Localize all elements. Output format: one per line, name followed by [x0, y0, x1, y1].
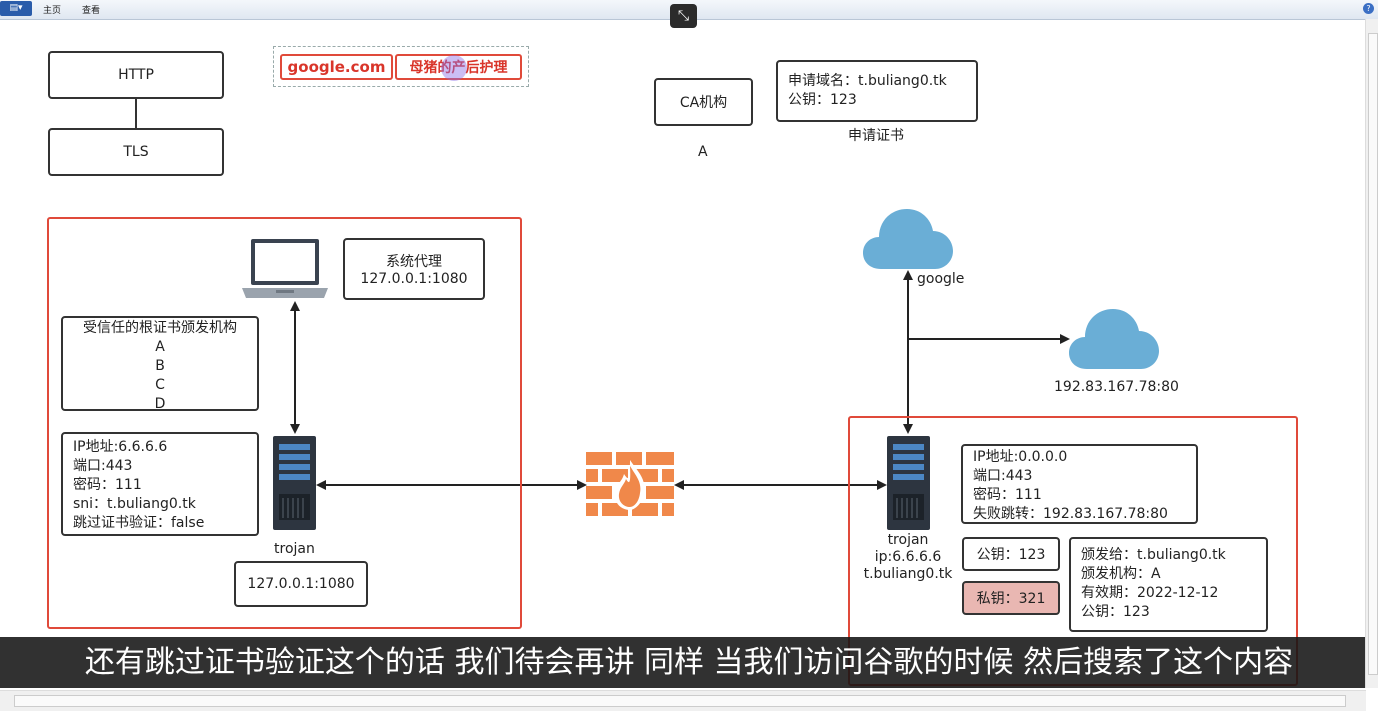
cert-request-box[interactable]: 申请域名：t.buliang0.tk 公钥：123: [776, 60, 978, 122]
public-key-box[interactable]: 公钥：123: [962, 537, 1060, 571]
server-config-box[interactable]: IP地址:0.0.0.0 端口:443 密码：111 失败跳转：192.83.1…: [961, 444, 1198, 524]
firewall-icon: [586, 452, 674, 516]
trusted-roots-title: 受信任的根证书颁发机构: [83, 320, 237, 336]
tls-label: TLS: [123, 144, 149, 160]
vertical-scrollbar[interactable]: [1365, 19, 1378, 688]
fallback-cloud-icon: [1069, 309, 1159, 369]
system-proxy-addr: 127.0.0.1:1080: [360, 271, 468, 287]
system-proxy-title: 系统代理: [386, 254, 442, 270]
client-password: 密码：111: [73, 477, 142, 493]
private-key-box[interactable]: 私钥：321: [962, 581, 1060, 615]
video-subtitle: 还有跳过证书验证这个的话 我们待会再讲 同样 当我们访问谷歌的时候 然后搜索了这…: [0, 637, 1378, 688]
local-addr-box[interactable]: 127.0.0.1:1080: [234, 561, 368, 607]
remote-server-icon: [887, 436, 930, 530]
http-box[interactable]: HTTP: [48, 51, 224, 99]
system-proxy-box[interactable]: 系统代理 127.0.0.1:1080: [343, 238, 485, 300]
ca-box[interactable]: CA机构: [654, 78, 753, 126]
move-cursor-icon: [441, 55, 467, 81]
trusted-roots-box[interactable]: 受信任的根证书颁发机构 A B C D: [61, 316, 259, 412]
google-label: google: [917, 271, 965, 287]
banner-google[interactable]: google.com: [280, 54, 393, 80]
trusted-root-item: C: [155, 377, 165, 393]
cert-request-caption: 申请证书: [848, 128, 904, 144]
server-ip: IP地址:0.0.0.0: [973, 449, 1068, 465]
certificate-box[interactable]: 颁发给：t.buliang0.tk 颁发机构：A 有效期：2022-12-12 …: [1069, 537, 1268, 632]
client-port: 端口:443: [73, 458, 133, 474]
cert-issued-to: 颁发给：t.buliang0.tk: [1081, 547, 1226, 563]
remote-server-ip: ip:6.6.6.6: [874, 549, 942, 565]
laptop-icon: [242, 239, 328, 298]
tls-box[interactable]: TLS: [48, 128, 224, 176]
http-label: HTTP: [118, 67, 154, 83]
cert-expiry: 有效期：2022-12-12: [1081, 585, 1219, 601]
trusted-root-item: D: [154, 396, 166, 412]
remote-server-domain: t.buliang0.tk: [863, 566, 953, 582]
client-ip: IP地址:6.6.6.6: [73, 439, 168, 455]
ca-label: A: [698, 144, 708, 160]
cert-request-domain: 申请域名：t.buliang0.tk: [788, 73, 947, 89]
vertical-scroll-thumb[interactable]: [1368, 33, 1378, 675]
server-password: 密码：111: [973, 487, 1042, 503]
server-port: 端口:443: [973, 468, 1033, 484]
horizontal-scroll-thumb[interactable]: [14, 695, 1346, 707]
server-fallback: 失败跳转：192.83.167.78:80: [973, 506, 1168, 522]
fallback-cloud-label: 192.83.167.78:80: [1054, 379, 1179, 395]
remote-server-label: trojan ip:6.6.6.6 t.buliang0.tk: [858, 532, 958, 583]
private-key-text: 私钥：321: [976, 591, 1046, 607]
client-trojan-label: trojan: [274, 541, 315, 557]
ca-title: CA机构: [679, 95, 728, 111]
trusted-root-item: A: [155, 339, 165, 355]
local-addr-text: 127.0.0.1:1080: [247, 576, 355, 592]
trusted-root-item: B: [155, 358, 165, 374]
remote-server-name: trojan: [887, 532, 929, 548]
client-sni: sni：t.buliang0.tk: [73, 496, 196, 512]
horizontal-scrollbar[interactable]: [0, 690, 1366, 711]
banner-google-text: google.com: [287, 58, 386, 76]
selected-banner-group[interactable]: google.com 母猪的产后护理: [273, 46, 529, 87]
client-skip-verify: 跳过证书验证：false: [73, 515, 205, 531]
cert-pubkey: 公钥：123: [1081, 604, 1150, 620]
client-server-icon: [273, 436, 316, 530]
client-config-box[interactable]: IP地址:6.6.6.6 端口:443 密码：111 sni：t.buliang…: [61, 432, 259, 536]
cert-request-pubkey: 公钥：123: [788, 92, 857, 108]
public-key-text: 公钥：123: [976, 547, 1046, 563]
google-cloud-icon: [863, 209, 953, 269]
cert-issuer: 颁发机构：A: [1081, 566, 1161, 582]
